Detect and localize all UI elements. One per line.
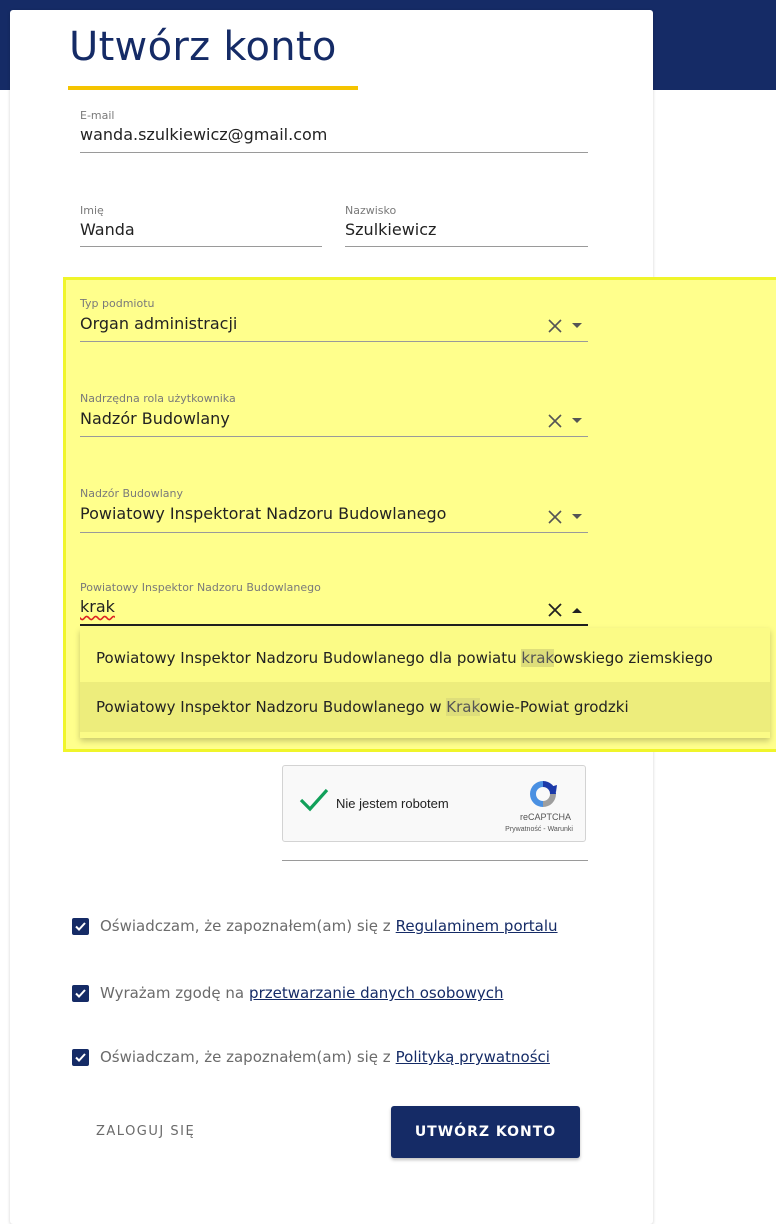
recaptcha-label: Nie jestem robotem [336, 796, 449, 811]
inspector-input-value[interactable]: krak [80, 597, 115, 616]
caret-down-icon[interactable] [572, 514, 582, 520]
option-text: owie-Powiat grodzki [479, 698, 629, 716]
option-match: Krak [446, 698, 480, 716]
autocomplete-dropdown: Powiatowy Inspektor Nadzoru Budowlanego … [80, 628, 770, 738]
privacy-policy-link[interactable]: Polityką prywatności [396, 1048, 550, 1066]
inspector-label: Powiatowy Inspektor Nadzoru Budowlanego [80, 581, 321, 594]
option-text: owskiego ziemskiego [553, 649, 713, 667]
checkbox-checked-icon[interactable] [72, 984, 89, 1002]
recaptcha-brand: reCAPTCHA [519, 812, 571, 822]
consent-data-processing[interactable]: Wyrażam zgodę na przetwarzanie danych os… [72, 984, 503, 1002]
email-field[interactable]: E-mail wanda.szulkiewicz@gmail.com [80, 104, 588, 153]
first-name-value: Wanda [80, 220, 135, 239]
entity-type-label: Typ podmiotu [80, 297, 155, 310]
caret-down-icon[interactable] [572, 418, 582, 424]
consent-privacy[interactable]: Oświadczam, że zapoznałem(am) się z Poli… [72, 1048, 550, 1066]
option-match: krak [521, 649, 554, 667]
autocomplete-option[interactable]: Powiatowy Inspektor Nadzoru Budowlanego … [80, 682, 770, 732]
consent-terms[interactable]: Oświadczam, że zapoznałem(am) się z Regu… [72, 917, 558, 935]
consent-text: Oświadczam, że zapoznałem(am) się z [100, 1048, 391, 1066]
entity-type-select[interactable]: Typ podmiotu Organ administracji [80, 293, 588, 342]
autocomplete-option[interactable]: Powiatowy Inspektor Nadzoru Budowlanego … [80, 633, 770, 683]
create-account-button[interactable]: UTWÓRZ KONTO [391, 1106, 580, 1158]
title-underline [68, 86, 358, 90]
caret-down-icon[interactable] [572, 323, 582, 329]
recaptcha-privacy-link[interactable]: Prywatność [505, 826, 541, 833]
last-name-value: Szulkiewicz [345, 220, 437, 239]
checkmark-icon[interactable] [299, 788, 329, 816]
first-name-field[interactable]: Imię Wanda [80, 200, 322, 247]
entity-type-value: Organ administracji [80, 314, 238, 333]
parent-role-value: Nadzór Budowlany [80, 409, 230, 428]
inspector-autocomplete[interactable]: Powiatowy Inspektor Nadzoru Budowlanego … [80, 578, 588, 626]
parent-role-select[interactable]: Nadrzędna rola użytkownika Nadzór Budowl… [80, 388, 588, 437]
recaptcha-widget[interactable]: Nie jestem robotem reCAPTCHA Prywatność … [282, 765, 586, 842]
recaptcha-terms-link[interactable]: Warunki [548, 826, 573, 833]
caret-up-icon[interactable] [572, 607, 582, 613]
login-button[interactable]: ZALOGUJ SIĘ [96, 1124, 195, 1139]
parent-role-label: Nadrzędna rola użytkownika [80, 392, 236, 405]
first-name-label: Imię [80, 204, 104, 217]
email-label: E-mail [80, 109, 115, 122]
consent-text: Wyrażam zgodę na [100, 984, 245, 1002]
clear-icon[interactable] [548, 319, 562, 333]
clear-icon[interactable] [548, 510, 562, 524]
supervision-select[interactable]: Nadzór Budowlany Powiatowy Inspektorat N… [80, 484, 588, 533]
checkbox-checked-icon[interactable] [72, 1048, 89, 1066]
last-name-field[interactable]: Nazwisko Szulkiewicz [345, 200, 588, 247]
clear-icon[interactable] [548, 603, 562, 617]
data-processing-link[interactable]: przetwarzanie danych osobowych [249, 984, 503, 1002]
option-text: Powiatowy Inspektor Nadzoru Budowlanego … [96, 649, 522, 667]
page-title: Utwórz konto [69, 24, 337, 70]
clear-icon[interactable] [548, 414, 562, 428]
supervision-label: Nadzór Budowlany [80, 487, 183, 500]
option-text: Powiatowy Inspektor Nadzoru Budowlanego … [96, 698, 447, 716]
supervision-value: Powiatowy Inspektorat Nadzoru Budowlaneg… [80, 504, 447, 523]
email-value: wanda.szulkiewicz@gmail.com [80, 125, 328, 144]
recaptcha-logo-icon [526, 778, 560, 814]
last-name-label: Nazwisko [345, 204, 397, 217]
recaptcha-terms: Prywatność - Warunki [505, 826, 573, 833]
terms-link[interactable]: Regulaminem portalu [396, 917, 558, 935]
checkbox-checked-icon[interactable] [72, 917, 89, 935]
captcha-divider [282, 860, 588, 861]
consent-text: Oświadczam, że zapoznałem(am) się z [100, 917, 391, 935]
